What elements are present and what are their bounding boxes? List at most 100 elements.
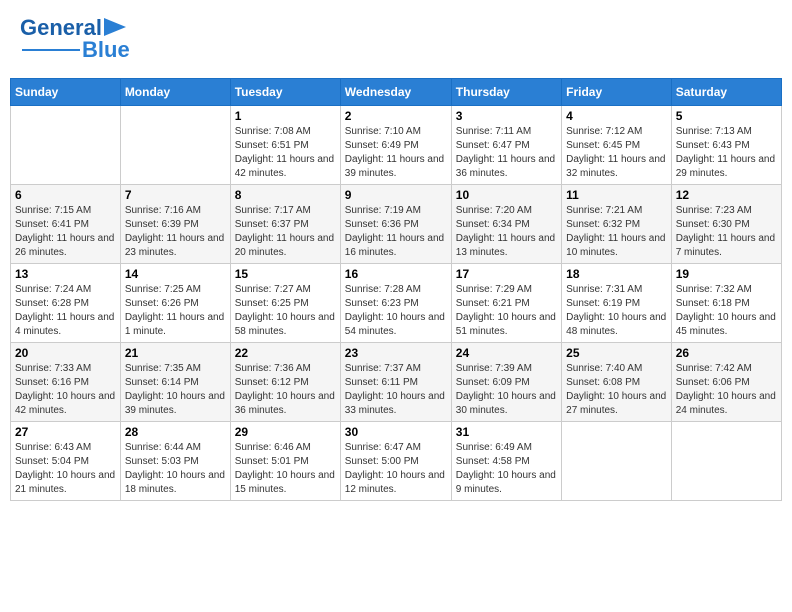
daylight-hours: Daylight: 10 hours and 27 minutes. [566, 390, 667, 418]
sunrise-time: Sunrise: 7:13 AM [676, 125, 777, 139]
daylight-hours: Daylight: 10 hours and 18 minutes. [125, 469, 226, 497]
logo: General Blue [20, 15, 130, 63]
sunrise-time: Sunrise: 7:27 AM [235, 283, 336, 297]
day-number: 27 [15, 425, 116, 439]
daylight-hours: Daylight: 10 hours and 15 minutes. [235, 469, 336, 497]
day-number: 26 [676, 346, 777, 360]
sunrise-time: Sunrise: 7:12 AM [566, 125, 667, 139]
day-number: 5 [676, 109, 777, 123]
day-number: 18 [566, 267, 667, 281]
day-number: 10 [456, 188, 557, 202]
day-number: 30 [345, 425, 447, 439]
day-number: 8 [235, 188, 336, 202]
sunrise-time: Sunrise: 7:28 AM [345, 283, 447, 297]
calendar-cell: 30 Sunrise: 6:47 AMSunset: 5:00 PMDayligh… [340, 422, 451, 501]
day-header-saturday: Saturday [671, 79, 781, 106]
sunrise-time: Sunrise: 6:44 AM [125, 441, 226, 455]
calendar-cell: 11 Sunrise: 7:21 AMSunset: 6:32 PMDayligh… [562, 185, 672, 264]
sunset-time: Sunset: 6:45 PM [566, 139, 667, 153]
day-detail: Sunrise: 7:21 AMSunset: 6:32 PMDaylight:… [566, 204, 667, 260]
calendar-cell: 12Sunrise: 7:23 AMSunset: 6:30 PMDayligh… [671, 185, 781, 264]
day-detail: Sunrise: 6:44 AMSunset: 5:03 PMDaylight:… [125, 441, 226, 497]
sunset-time: Sunset: 6:08 PM [566, 376, 667, 390]
calendar-cell: 27Sunrise: 6:43 AMSunset: 5:04 PMDayligh… [11, 422, 121, 501]
calendar-cell: 10 Sunrise: 7:20 AMSunset: 6:34 PMDayligh… [451, 185, 561, 264]
sunset-time: Sunset: 6:25 PM [235, 297, 336, 311]
daylight-hours: Daylight: 11 hours and 32 minutes. [566, 153, 667, 181]
calendar-cell: 9Sunrise: 7:19 AMSunset: 6:36 PMDaylight… [340, 185, 451, 264]
calendar-cell: 7 Sunrise: 7:16 AMSunset: 6:39 PMDaylight… [120, 185, 230, 264]
calendar-week-row: 27 Sunrise: 6:43 AMSunset: 5:04 PM Dayligh… [11, 422, 782, 501]
day-detail: Sunrise: 7:20 AMSunset: 6:34 PMDaylight:… [456, 204, 557, 260]
day-detail: Sunrise: 7:29 AMSunset: 6:21 PMDaylight:… [456, 283, 557, 339]
sunset-time: Sunset: 6:39 PM [125, 218, 226, 232]
daylight-hours: Daylight: 10 hours and 51 minutes. [456, 311, 557, 339]
day-detail: Sunrise: 7:08 AMSunset: 6:51 PMDaylight:… [235, 125, 336, 181]
calendar-week-row: 20Sunrise: 7:33 AMSunset: 6:16 PMDayligh… [11, 343, 782, 422]
calendar-week-row: 1 Sunrise: 7:08 AMSunset: 6:51 PMDaylight… [11, 106, 782, 185]
sunset-time: Sunset: 6:23 PM [345, 297, 447, 311]
day-header-wednesday: Wednesday [340, 79, 451, 106]
sunset-time: Sunset: 6:26 PM [125, 297, 226, 311]
day-detail: Sunrise: 6:47 AMSunset: 5:00 PMDaylight:… [345, 441, 447, 497]
daylight-hours: Daylight: 11 hours and 10 minutes. [566, 232, 667, 260]
calendar-cell: 6 Sunrise: 7:15 AMSunset: 6:41 PMDaylight… [11, 185, 121, 264]
day-header-monday: Monday [120, 79, 230, 106]
sunset-time: Sunset: 6:06 PM [676, 376, 777, 390]
sunset-time: Sunset: 6:47 PM [456, 139, 557, 153]
sunrise-time: Sunrise: 6:43 AM [15, 441, 116, 455]
logo-blue-text: Blue [82, 37, 130, 63]
sunrise-time: Sunrise: 7:11 AM [456, 125, 557, 139]
sunrise-time: Sunrise: 7:39 AM [456, 362, 557, 376]
daylight-hours: Daylight: 11 hours and 4 minutes. [15, 311, 116, 339]
daylight-hours: Daylight: 10 hours and 58 minutes. [235, 311, 336, 339]
daylight-hours: Daylight: 11 hours and 20 minutes. [235, 232, 336, 260]
sunrise-time: Sunrise: 7:37 AM [345, 362, 447, 376]
calendar-cell: 1 Sunrise: 7:08 AMSunset: 6:51 PMDaylight… [230, 106, 340, 185]
day-detail: Sunrise: 7:19 AMSunset: 6:36 PMDaylight:… [345, 204, 447, 260]
sunrise-time: Sunrise: 7:16 AM [125, 204, 226, 218]
day-detail: Sunrise: 7:28 AMSunset: 6:23 PMDaylight:… [345, 283, 447, 339]
sunset-time: Sunset: 6:34 PM [456, 218, 557, 232]
day-header-tuesday: Tuesday [230, 79, 340, 106]
calendar-cell [11, 106, 121, 185]
daylight-hours: Daylight: 11 hours and 1 minute. [125, 311, 226, 339]
sunrise-time: Sunrise: 7:24 AM [15, 283, 116, 297]
sunrise-time: Sunrise: 6:46 AM [235, 441, 336, 455]
day-header-friday: Friday [562, 79, 672, 106]
sunrise-time: Sunrise: 7:35 AM [125, 362, 226, 376]
day-number: 25 [566, 346, 667, 360]
daylight-hours: Daylight: 11 hours and 36 minutes. [456, 153, 557, 181]
day-detail: Sunrise: 7:32 AMSunset: 6:18 PMDaylight:… [676, 283, 777, 339]
sunrise-time: Sunrise: 7:33 AM [15, 362, 116, 376]
calendar-cell: 21Sunrise: 7:35 AMSunset: 6:14 PMDayligh… [120, 343, 230, 422]
day-number: 11 [566, 188, 667, 202]
day-number: 6 [15, 188, 116, 202]
day-detail: Sunrise: 7:24 AMSunset: 6:28 PMDaylight:… [15, 283, 116, 339]
day-header-thursday: Thursday [451, 79, 561, 106]
day-detail: Sunrise: 7:27 AMSunset: 6:25 PMDaylight:… [235, 283, 336, 339]
sunrise-time: Sunrise: 7:31 AM [566, 283, 667, 297]
sunset-time: Sunset: 5:03 PM [125, 455, 226, 469]
day-number: 4 [566, 109, 667, 123]
day-detail: Sunrise: 7:16 AMSunset: 6:39 PMDaylight:… [125, 204, 226, 260]
day-number: 7 [125, 188, 226, 202]
daylight-hours: Daylight: 10 hours and 33 minutes. [345, 390, 447, 418]
daylight-hours: Daylight: 11 hours and 39 minutes. [345, 153, 447, 181]
day-number: 16 [345, 267, 447, 281]
calendar-table: SundayMondayTuesdayWednesdayThursdayFrid… [10, 78, 782, 501]
sunrise-time: Sunrise: 7:42 AM [676, 362, 777, 376]
day-number: 1 [235, 109, 336, 123]
sunset-time: Sunset: 5:04 PM [15, 455, 116, 469]
day-detail: Sunrise: 7:39 AMSunset: 6:09 PMDaylight:… [456, 362, 557, 418]
sunset-time: Sunset: 6:37 PM [235, 218, 336, 232]
day-detail: Sunrise: 7:36 AMSunset: 6:12 PMDaylight:… [235, 362, 336, 418]
sunrise-time: Sunrise: 7:36 AM [235, 362, 336, 376]
day-number: 17 [456, 267, 557, 281]
sunrise-time: Sunrise: 7:21 AM [566, 204, 667, 218]
sunset-time: Sunset: 6:18 PM [676, 297, 777, 311]
day-number: 15 [235, 267, 336, 281]
day-number: 28 [125, 425, 226, 439]
sunrise-time: Sunrise: 7:25 AM [125, 283, 226, 297]
day-detail: Sunrise: 7:15 AMSunset: 6:41 PMDaylight:… [15, 204, 116, 260]
